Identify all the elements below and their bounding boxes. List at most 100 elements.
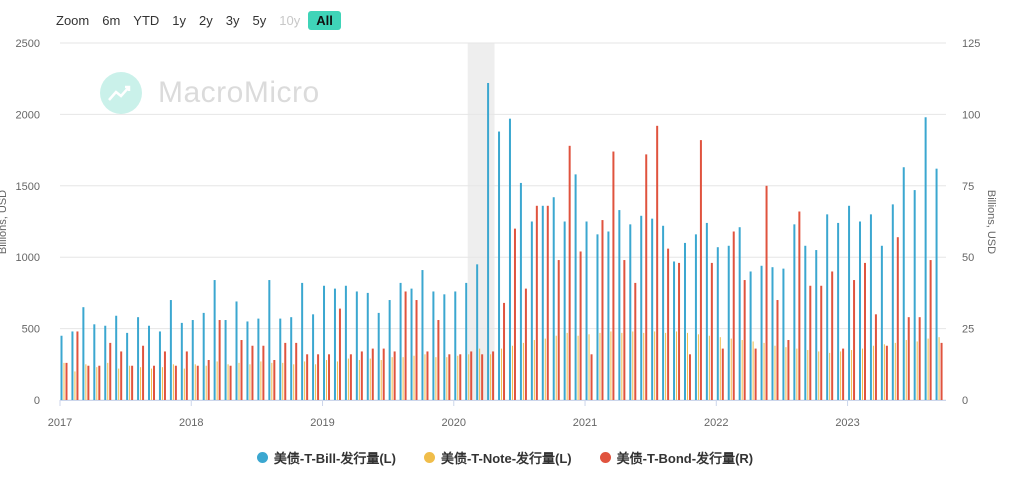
bar-bill <box>432 291 435 400</box>
bar-bond <box>109 342 112 400</box>
legend-item-bill[interactable]: 美债-T-Bill-发行量(L) <box>256 448 396 467</box>
y-right-tick-label: 25 <box>962 324 974 336</box>
legend-bill-marker <box>256 452 268 463</box>
bar-bill <box>848 205 851 400</box>
bar-bond <box>229 365 232 400</box>
y-right-tick-label: 75 <box>962 181 974 193</box>
highlight-band <box>467 43 495 400</box>
bar-bond <box>437 320 440 400</box>
y-right-axis-title: Billions, USD <box>985 190 997 254</box>
bar-note <box>85 364 87 400</box>
bar-note <box>205 365 207 400</box>
bar-note <box>194 364 196 400</box>
bar-bond <box>338 308 341 400</box>
bar-bill <box>530 221 533 400</box>
bar-note <box>326 360 328 400</box>
bar-bond <box>656 125 659 400</box>
bar-bill <box>93 324 96 400</box>
bar-bond <box>284 342 287 400</box>
bar-bill <box>585 221 588 400</box>
bar-bill <box>344 285 347 400</box>
bar-bill <box>388 300 391 400</box>
bar-bill <box>312 314 315 400</box>
bar-bond <box>218 320 221 400</box>
y-right-tick-label: 0 <box>962 395 968 407</box>
legend-bill-label: 美债-T-Bill-发行量(L) <box>273 451 396 466</box>
bar-note <box>129 365 131 400</box>
bar-bill <box>169 300 172 400</box>
legend-bond-label: 美债-T-Bond-发行量(R) <box>616 451 754 466</box>
bar-bond <box>634 282 637 400</box>
bar-note <box>118 368 120 400</box>
bar-bill <box>323 285 326 400</box>
bar-note <box>490 354 492 400</box>
bar-note <box>282 362 284 400</box>
x-tick-label: 2022 <box>704 417 728 429</box>
legend-item-bond[interactable]: 美债-T-Bond-发行量(R) <box>599 448 754 467</box>
bar-note <box>183 368 185 400</box>
bar-bill <box>443 294 446 400</box>
bar-bill <box>804 245 807 400</box>
bar-bill <box>683 242 686 400</box>
bar-bill <box>454 291 457 400</box>
bar-note <box>807 350 809 400</box>
bar-note <box>883 344 885 400</box>
bar-bond <box>349 354 352 400</box>
bar-bill <box>935 168 938 400</box>
bar-bill <box>826 214 829 400</box>
y-right-tick-label: 125 <box>962 38 980 50</box>
bar-note <box>315 364 317 400</box>
bar-bond <box>929 260 932 400</box>
bar-bill <box>60 335 63 400</box>
bar-note <box>719 337 721 400</box>
bar-bond <box>87 365 90 400</box>
bar-bill <box>640 215 643 400</box>
bar-bill <box>158 331 161 400</box>
bar-bond <box>481 354 484 400</box>
bar-bill <box>749 271 752 400</box>
bar-note <box>358 360 360 400</box>
bar-bond <box>754 348 757 400</box>
bar-bill <box>377 312 380 400</box>
bar-bill <box>487 82 490 400</box>
bar-note <box>216 361 218 400</box>
bar-bond <box>426 351 429 400</box>
bar-bill <box>268 280 271 400</box>
x-tick-label: 2023 <box>835 417 859 429</box>
macromicro-logo-icon <box>100 72 142 114</box>
bar-bond <box>185 351 188 400</box>
bar-bond <box>579 251 582 400</box>
bar-bond <box>765 185 768 400</box>
bar-note <box>905 340 907 400</box>
bar-note <box>435 357 437 400</box>
bar-note <box>413 355 415 400</box>
bar-bill <box>880 245 883 400</box>
y-left-tick-label: 2500 <box>16 38 40 50</box>
bar-bill <box>246 321 249 400</box>
bar-bond <box>688 354 691 400</box>
bar-bond <box>415 300 418 400</box>
watermark-text: MacroMicro <box>158 76 320 109</box>
bar-note <box>172 364 174 400</box>
bar-bond <box>262 345 265 400</box>
legend-item-note[interactable]: 美债-T-Note-发行量(L) <box>423 448 572 467</box>
bar-note <box>676 331 678 400</box>
bar-bond <box>153 365 156 400</box>
bar-bill <box>771 267 774 400</box>
y-left-tick-label: 1500 <box>16 181 40 193</box>
bar-note <box>96 367 98 400</box>
bar-bond <box>863 262 866 400</box>
bar-note <box>566 332 568 400</box>
bar-bill <box>224 320 227 400</box>
bar-bond <box>295 342 298 400</box>
watermark: MacroMicro <box>100 72 320 114</box>
y-left-tick-label: 1000 <box>16 252 40 264</box>
bar-bill <box>465 282 468 400</box>
bar-note <box>851 350 853 400</box>
bar-bill <box>716 247 719 400</box>
bar-bond <box>404 291 407 400</box>
bar-note <box>796 348 798 400</box>
bar-bond <box>142 345 145 400</box>
bar-bill <box>180 322 183 400</box>
bar-note <box>446 357 448 400</box>
